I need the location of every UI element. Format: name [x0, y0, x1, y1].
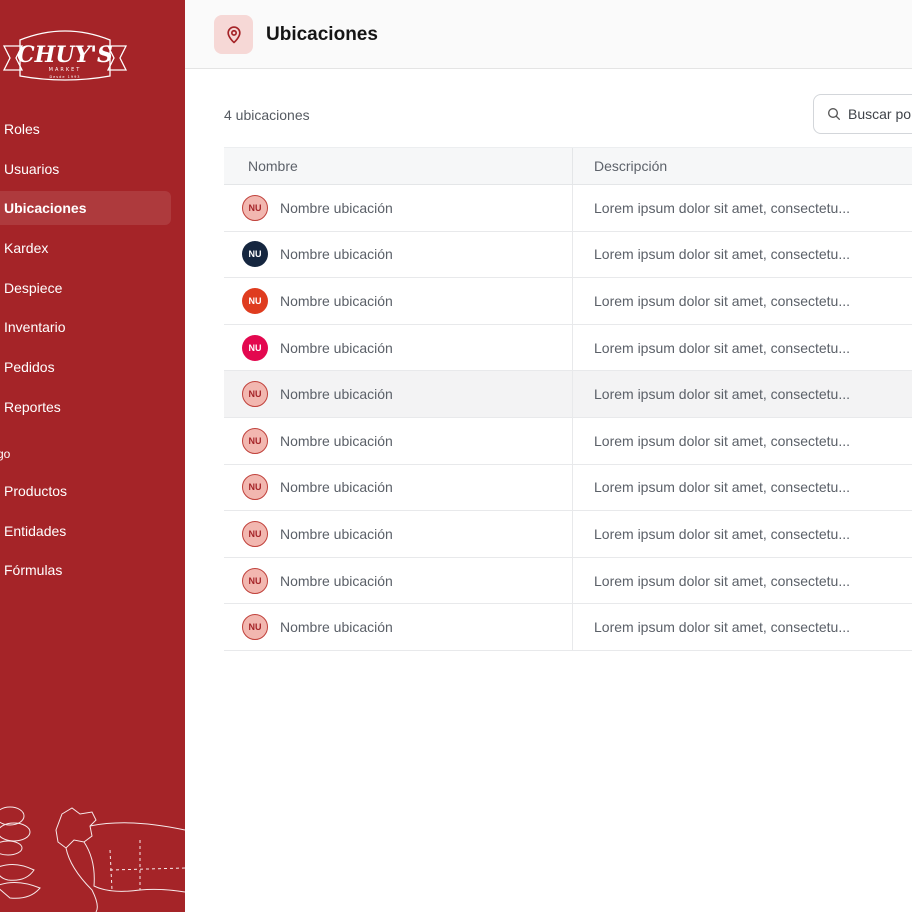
avatar: NU: [242, 520, 268, 547]
avatar: NU: [242, 567, 268, 594]
sidebar-item-label: Roles: [4, 121, 40, 137]
sidebar-item-label: Kardex: [4, 240, 49, 256]
location-name: Nombre ubicación: [280, 199, 393, 216]
location-pin-icon: [214, 15, 253, 54]
column-header-nombre[interactable]: Nombre: [224, 148, 573, 184]
cell-descripcion: Lorem ipsum dolor sit amet, consectetu..…: [594, 572, 850, 589]
cell-nombre: NU Nombre ubicación: [224, 604, 573, 650]
cell-descripcion: Lorem ipsum dolor sit amet, consectetu..…: [594, 619, 850, 636]
cell-nombre: NU Nombre ubicación: [224, 417, 573, 464]
sidebar-item-label: Productos: [4, 483, 68, 499]
sidebar-item-reportes[interactable]: Reportes: [0, 390, 171, 424]
locations-table: Nombre Descripción NU Nombre ubicación Lor…: [224, 147, 912, 651]
cell-descripcion: Lorem ipsum dolor sit amet, consectetu..…: [594, 525, 850, 542]
sidebar-item-label: Fórmulas: [4, 562, 63, 578]
location-name: Nombre ubicación: [280, 292, 393, 309]
sidebar-item-kardex[interactable]: Kardex: [0, 231, 171, 265]
location-name: Nombre ubicación: [280, 572, 393, 589]
cell-descripcion: Lorem ipsum dolor sit amet, consectetu..…: [594, 386, 850, 403]
avatar: NU: [242, 474, 268, 501]
location-name: Nombre ubicación: [280, 479, 393, 496]
cell-nombre: NU Nombre ubicación: [224, 278, 573, 324]
sidebar-item-label: Inventario: [4, 319, 66, 335]
table-row[interactable]: NU Nombre ubicación Lorem ipsum dolor sit …: [224, 511, 912, 558]
search-input[interactable]: [848, 106, 912, 122]
sidebar-section-label: go: [0, 447, 11, 461]
location-name: Nombre ubicación: [280, 339, 393, 356]
cell-nombre: NU Nombre ubicación: [224, 185, 573, 231]
svg-text:MARKET: MARKET: [49, 67, 82, 73]
sidebar-item-inventario[interactable]: Inventario: [0, 310, 171, 344]
sidebar-item-label: Despiece: [4, 280, 63, 296]
table-row[interactable]: NU Nombre ubicación Lorem ipsum dolor sit …: [224, 464, 912, 512]
sidebar-item-ubicaciones[interactable]: Ubicaciones: [0, 191, 171, 225]
table-body: NU Nombre ubicación Lorem ipsum dolor sit …: [224, 185, 912, 651]
sidebar-item-label: Reportes: [4, 399, 61, 415]
table-header: Nombre Descripción: [224, 147, 912, 185]
table-row[interactable]: NU Nombre ubicación Lorem ipsum dolor sit …: [224, 324, 912, 372]
cell-descripcion: Lorem ipsum dolor sit amet, consectetu..…: [594, 432, 850, 449]
search-box[interactable]: [813, 94, 912, 134]
table-row[interactable]: NU Nombre ubicación Lorem ipsum dolor sit …: [224, 417, 912, 465]
cell-nombre: NU Nombre ubicación: [224, 231, 573, 278]
avatar: NU: [242, 427, 268, 454]
cell-descripcion: Lorem ipsum dolor sit amet, consectetu..…: [594, 339, 850, 356]
table-row[interactable]: NU Nombre ubicación Lorem ipsum dolor sit …: [224, 231, 912, 279]
cell-nombre: NU Nombre ubicación: [224, 464, 573, 511]
sidebar-item-label: Entidades: [4, 523, 67, 539]
sidebar-item-productos[interactable]: Productos: [0, 474, 171, 508]
cell-nombre: NU Nombre ubicación: [224, 557, 573, 604]
meat-illustration: [0, 806, 185, 912]
sidebar-item-label: Pedidos: [4, 359, 55, 375]
table-row[interactable]: NU Nombre ubicación Lorem ipsum dolor sit …: [224, 557, 912, 605]
results-count: 4 ubicaciones: [224, 107, 310, 123]
avatar: NU: [242, 614, 268, 641]
table-row[interactable]: NU Nombre ubicación Lorem ipsum dolor sit …: [224, 278, 912, 325]
page-header: Ubicaciones: [185, 0, 912, 69]
sidebar-item-pedidos[interactable]: Pedidos: [0, 350, 171, 384]
cell-nombre: NU Nombre ubicación: [224, 324, 573, 371]
avatar: NU: [242, 194, 268, 221]
cell-nombre: NU Nombre ubicación: [224, 371, 573, 417]
sidebar-item-despiece[interactable]: Despiece: [0, 271, 171, 305]
cell-nombre: NU Nombre ubicación: [224, 511, 573, 557]
location-name: Nombre ubicación: [280, 432, 393, 449]
svg-text:Desde 1993: Desde 1993: [49, 75, 80, 79]
cell-descripcion: Lorem ipsum dolor sit amet, consectetu..…: [594, 199, 850, 216]
avatar: NU: [242, 381, 268, 408]
sidebar-item-label: Ubicaciones: [4, 200, 87, 216]
avatar: NU: [242, 334, 268, 361]
search-icon: [828, 108, 840, 120]
location-name: Nombre ubicación: [280, 619, 393, 636]
location-name: Nombre ubicación: [280, 525, 393, 542]
page-title: Ubicaciones: [266, 24, 378, 45]
sidebar: CHUY'S MARKET Desde 1993 Roles Usuarios …: [0, 0, 185, 912]
avatar: NU: [242, 241, 268, 268]
sidebar-item-entidades[interactable]: Entidades: [0, 514, 171, 548]
column-header-descripcion[interactable]: Descripción: [573, 148, 912, 184]
table-row[interactable]: NU Nombre ubicación Lorem ipsum dolor sit …: [224, 604, 912, 651]
table-row[interactable]: NU Nombre ubicación Lorem ipsum dolor sit …: [224, 371, 912, 418]
sidebar-item-label: Usuarios: [4, 161, 60, 177]
brand-logo: CHUY'S MARKET Desde 1993: [2, 30, 128, 81]
table-row[interactable]: NU Nombre ubicación Lorem ipsum dolor sit …: [224, 185, 912, 232]
sidebar-item-usuarios[interactable]: Usuarios: [0, 152, 171, 186]
cell-descripcion: Lorem ipsum dolor sit amet, consectetu..…: [594, 246, 850, 263]
location-name: Nombre ubicación: [280, 246, 393, 263]
avatar: NU: [242, 287, 268, 314]
svg-text:CHUY'S: CHUY'S: [17, 42, 113, 68]
cell-descripcion: Lorem ipsum dolor sit amet, consectetu..…: [594, 292, 850, 309]
sidebar-item-roles[interactable]: Roles: [0, 112, 171, 146]
location-name: Nombre ubicación: [280, 386, 393, 403]
sidebar-item-formulas[interactable]: Fórmulas: [0, 553, 171, 587]
cell-descripcion: Lorem ipsum dolor sit amet, consectetu..…: [594, 479, 850, 496]
